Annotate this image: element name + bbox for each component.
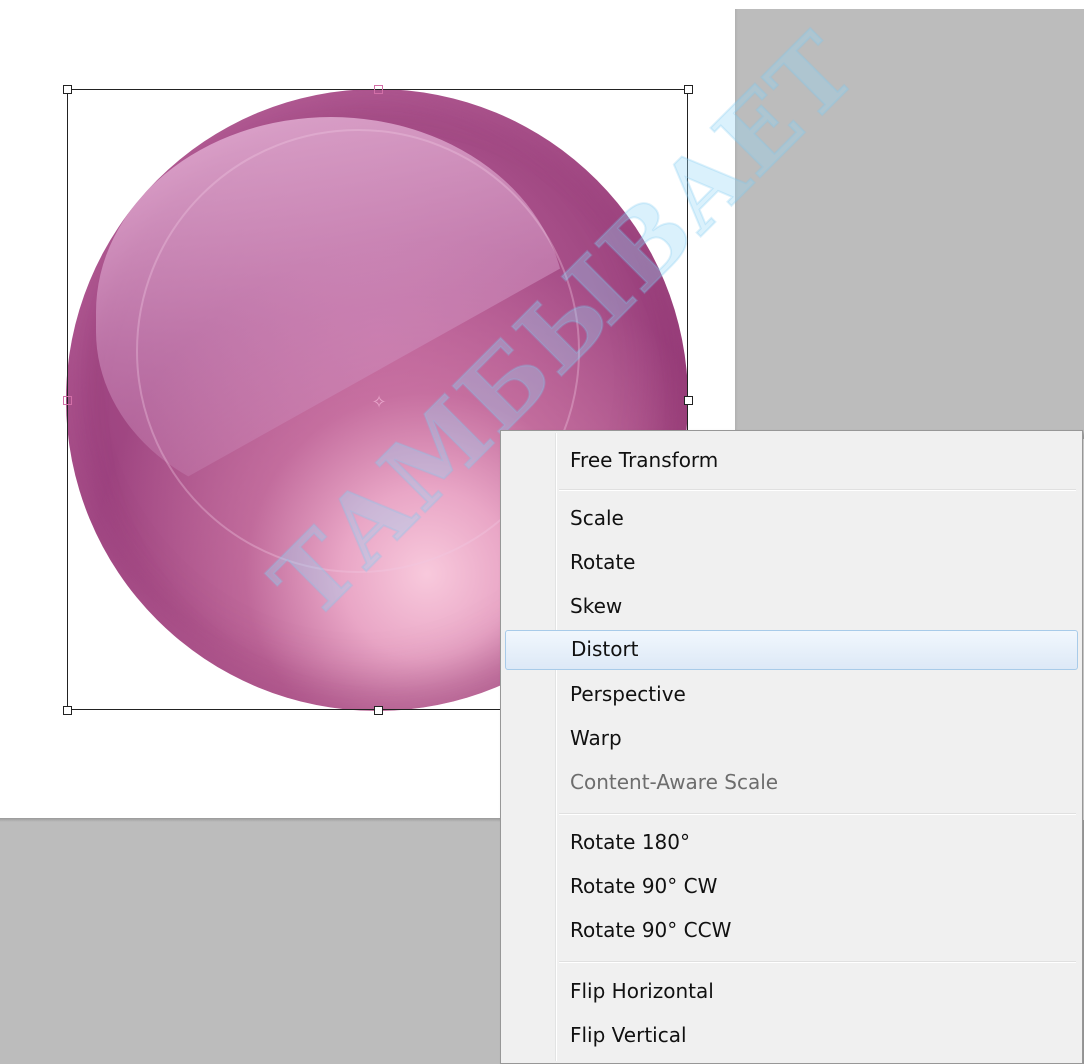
menu-item-flip-horizontal[interactable]: Flip Horizontal	[505, 972, 1078, 1010]
handle-bottom-left[interactable]	[63, 706, 72, 715]
pasteboard-right	[737, 9, 1084, 439]
menu-separator	[559, 961, 1076, 963]
menu-item-free-transform[interactable]: Free Transform	[505, 441, 1078, 479]
transform-context-menu: Free Transform Scale Rotate Skew Distort…	[500, 430, 1083, 1064]
menu-item-flip-vertical[interactable]: Flip Vertical	[505, 1016, 1078, 1054]
menu-separator	[559, 489, 1076, 491]
menu-item-warp[interactable]: Warp	[505, 719, 1078, 757]
handle-middle-left[interactable]	[63, 396, 72, 405]
handle-top-center[interactable]	[374, 85, 383, 94]
menu-item-content-aware-scale: Content-Aware Scale	[570, 770, 779, 794]
menu-item-rotate-90-cw[interactable]: Rotate 90° CW	[505, 867, 1078, 905]
menu-separator	[559, 813, 1076, 815]
handle-middle-right[interactable]	[684, 396, 693, 405]
menu-item-skew[interactable]: Skew	[505, 587, 1078, 625]
menu-item-rotate-90-ccw[interactable]: Rotate 90° CCW	[505, 911, 1078, 949]
menu-item-rotate[interactable]: Rotate	[505, 543, 1078, 581]
menu-item-rotate-180[interactable]: Rotate 180°	[505, 823, 1078, 861]
handle-bottom-center[interactable]	[374, 706, 383, 715]
menu-item-scale[interactable]: Scale	[505, 499, 1078, 537]
handle-top-right[interactable]	[684, 85, 693, 94]
handle-top-left[interactable]	[63, 85, 72, 94]
reference-point-icon[interactable]: ✧	[369, 393, 389, 413]
menu-item-distort[interactable]: Distort	[505, 630, 1078, 670]
menu-item-perspective[interactable]: Perspective	[505, 675, 1078, 713]
